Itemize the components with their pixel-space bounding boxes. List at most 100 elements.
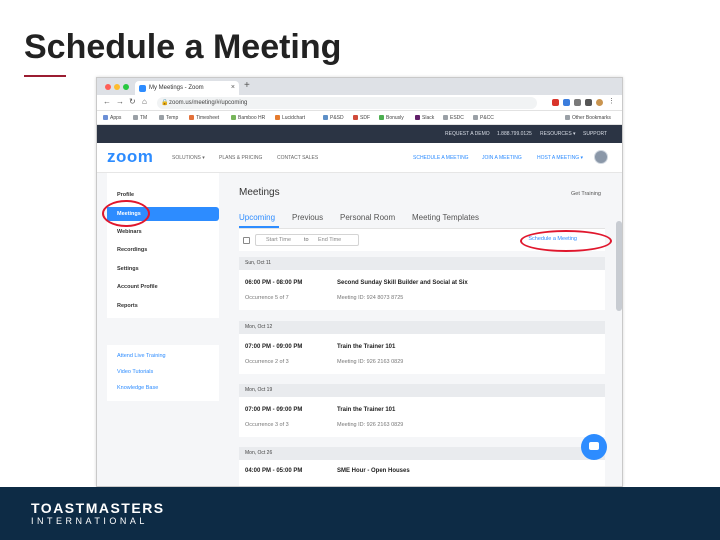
zoom-favicon-icon [139,85,146,92]
phone-link[interactable]: 1.888.799.0125 [497,125,532,143]
main-content: Meetings Get Training Upcoming Previous … [231,173,617,486]
schedule-meeting-nav-link[interactable]: SCHEDULE A MEETING [413,155,469,161]
meeting-topic-link[interactable]: Train the Trainer 101 [337,407,395,413]
sidebar-item-webinars[interactable]: Webinars [117,229,142,235]
browser-tab-bar: My Meetings - Zoom × + [97,78,622,95]
zoom-utility-bar: REQUEST A DEMO 1.888.799.0125 RESOURCES … [97,125,622,143]
meeting-time: 04:00 PM - 05:00 PM [245,468,303,474]
meeting-time: 07:00 PM - 09:00 PM [245,407,303,413]
meeting-id: Meeting ID: 926 2163 0829 [337,422,404,428]
bookmark-item[interactable]: Lucidchart [275,111,305,125]
meeting-time: 06:00 PM - 08:00 PM [245,280,303,286]
request-demo-link[interactable]: REQUEST A DEMO [445,125,490,143]
extension-icon[interactable] [563,99,570,106]
bookmark-item[interactable]: Apps [103,111,121,125]
sidebar-item-settings[interactable]: Settings [117,266,139,272]
knowledge-base-link[interactable]: Knowledge Base [117,385,158,391]
schedule-highlight-ring [520,230,612,252]
help-links-box: Attend Live Training Video Tutorials Kno… [107,345,219,401]
sidebar-item-reports[interactable]: Reports [117,303,138,309]
sidebar-item-recordings[interactable]: Recordings [117,247,147,253]
puzzle-icon[interactable] [585,99,592,106]
zoom-logo[interactable]: zoom [107,147,153,167]
brand-subname: INTERNATIONAL [31,516,148,526]
meeting-topic-link[interactable]: Second Sunday Skill Builder and Social a… [337,280,468,286]
date-range-separator: to [304,237,309,243]
bookmark-item[interactable]: Bonusly [379,111,404,125]
bookmark-item[interactable]: Bamboo HR [231,111,265,125]
meeting-occurrence: Occurrence 5 of 7 [245,295,289,301]
bookmark-other-folder[interactable]: Other Bookmarks [565,111,611,125]
calendar-icon[interactable] [243,237,250,244]
solutions-menu[interactable]: SOLUTIONS ▾ [172,155,205,161]
tab-personal-room[interactable]: Personal Room [340,213,395,222]
opera-extension-icon[interactable] [552,99,559,106]
window-maximize-button[interactable] [123,84,129,90]
bookmark-item[interactable]: TM [133,111,147,125]
chat-bubble-icon [589,442,599,450]
title-underline [24,75,66,77]
meeting-id: Meeting ID: 924 8073 8725 [337,295,404,301]
profile-icon[interactable] [596,99,603,106]
tab-upcoming[interactable]: Upcoming [239,213,275,222]
window-minimize-button[interactable] [114,84,120,90]
sidebar-item-account-profile[interactable]: Account Profile [117,284,158,290]
brand-name: TOASTMASTERS [31,500,165,516]
meeting-topic-link[interactable]: Train the Trainer 101 [337,344,395,350]
chat-button[interactable] [581,434,607,460]
meeting-row[interactable]: 04:00 PM - 05:00 PM SME Hour - Open Hous… [239,460,605,486]
zoom-main-nav: zoom SOLUTIONS ▾ PLANS & PRICING CONTACT… [97,143,622,173]
new-tab-icon[interactable]: + [244,80,250,91]
day-header: Mon, Oct 12 [239,321,605,334]
support-link[interactable]: SUPPORT [583,125,607,143]
url-text: zoom.us/meeting/#/upcoming [169,100,248,106]
slide-title: Schedule a Meeting [24,28,342,66]
extension-icon[interactable] [574,99,581,106]
bookmark-item[interactable]: SDF [353,111,370,125]
day-header: Mon, Oct 19 [239,384,605,397]
meeting-row[interactable]: 06:00 PM - 08:00 PM Occurrence 5 of 7 Se… [239,270,605,310]
footer-banner: TOASTMASTERS INTERNATIONAL [0,487,720,540]
bookmark-item[interactable]: P&SD [323,111,344,125]
reload-icon[interactable]: ↻ [129,97,136,106]
browser-tab[interactable]: My Meetings - Zoom × [135,81,239,95]
meeting-occurrence: Occurrence 2 of 3 [245,359,289,365]
bookmark-item[interactable]: P&CC [473,111,494,125]
back-icon[interactable]: ← [103,97,111,106]
tab-meeting-templates[interactable]: Meeting Templates [412,213,479,222]
meeting-topic-link[interactable]: SME Hour - Open Houses [337,468,410,474]
contact-sales-link[interactable]: CONTACT SALES [277,155,318,161]
bookmark-item[interactable]: Temp [159,111,178,125]
end-time-field[interactable]: End Time [318,235,341,246]
bookmark-item[interactable]: Slack [415,111,434,125]
forward-icon[interactable]: → [116,97,124,106]
avatar[interactable] [594,150,608,164]
home-icon[interactable]: ⌂ [142,97,147,106]
resources-menu[interactable]: RESOURCES ▾ [540,125,576,143]
browser-window: My Meetings - Zoom × + ← → ↻ ⌂ 🔒 zoom.us… [96,77,623,487]
lock-icon: 🔒 [161,100,169,106]
start-time-field[interactable]: Start Time [266,235,291,246]
sidebar-item-profile[interactable]: Profile [117,192,134,198]
sidebar: Profile Meetings Webinars Recordings Set… [107,173,219,318]
host-meeting-menu[interactable]: HOST A MEETING ▾ [537,155,583,161]
meeting-row[interactable]: 07:00 PM - 09:00 PM Occurrence 3 of 3 Tr… [239,397,605,437]
tab-close-icon[interactable]: × [231,81,235,95]
tab-previous[interactable]: Previous [292,213,323,222]
day-header: Sun, Oct 11 [239,257,605,270]
meeting-row[interactable]: 07:00 PM - 09:00 PM Occurrence 2 of 3 Tr… [239,334,605,374]
address-bar-row: ← → ↻ ⌂ 🔒 zoom.us/meeting/#/upcoming ⋮ [97,95,622,111]
join-meeting-nav-link[interactable]: JOIN A MEETING [482,155,522,161]
url-input[interactable]: 🔒 zoom.us/meeting/#/upcoming [157,97,537,109]
window-close-button[interactable] [105,84,111,90]
day-header: Mon, Oct 26 [239,447,605,460]
attend-live-training-link[interactable]: Attend Live Training [117,353,166,359]
video-tutorials-link[interactable]: Video Tutorials [117,369,153,375]
meeting-occurrence: Occurrence 3 of 3 [245,422,289,428]
bookmark-item[interactable]: ESDC [443,111,464,125]
get-training-link[interactable]: Get Training [571,191,601,197]
bookmark-item[interactable]: Timesheet [189,111,219,125]
plans-pricing-link[interactable]: PLANS & PRICING [219,155,262,161]
menu-dots-icon[interactable]: ⋮ [608,97,615,105]
date-range-input[interactable]: Start Time to End Time [255,234,359,246]
